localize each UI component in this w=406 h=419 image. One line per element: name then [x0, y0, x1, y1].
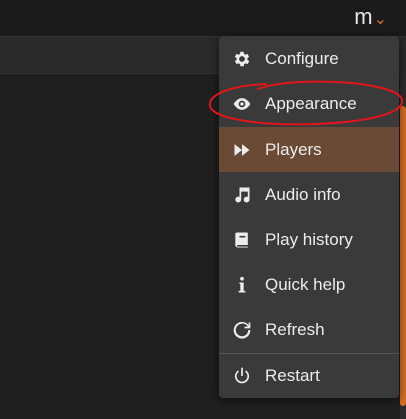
- menu-item-players[interactable]: Players: [219, 127, 399, 172]
- eye-icon: [219, 94, 265, 114]
- top-bar: m ⌄: [0, 0, 406, 36]
- logo-text: m: [354, 4, 372, 29]
- dropdown-menu: Configure Appearance Players Audio info …: [219, 36, 399, 398]
- power-icon: [219, 366, 265, 386]
- menu-item-play-history[interactable]: Play history: [219, 217, 399, 262]
- menu-item-restart[interactable]: Restart: [219, 353, 399, 398]
- menu-item-label: Restart: [265, 365, 320, 385]
- menu-item-label: Quick help: [265, 274, 346, 294]
- music-note-icon: [219, 185, 265, 205]
- chevron-down-icon: ⌄: [373, 11, 387, 28]
- menu-item-label: Players: [265, 139, 322, 159]
- menu-item-label: Appearance: [265, 93, 357, 113]
- gear-icon: [219, 49, 265, 69]
- menu-item-label: Refresh: [265, 319, 325, 339]
- info-icon: [219, 275, 265, 295]
- menu-item-quick-help[interactable]: Quick help: [219, 262, 399, 307]
- menu-item-configure[interactable]: Configure: [219, 36, 399, 81]
- menu-item-label: Play history: [265, 229, 353, 249]
- scrollbar-thumb[interactable]: [400, 106, 406, 406]
- menu-item-refresh[interactable]: Refresh: [219, 307, 399, 352]
- fast-forward-icon: [219, 140, 265, 160]
- menu-item-label: Audio info: [265, 184, 341, 204]
- book-icon: [219, 230, 265, 250]
- app-menu-button[interactable]: m ⌄: [354, 4, 387, 30]
- refresh-icon: [219, 320, 265, 340]
- menu-item-audio-info[interactable]: Audio info: [219, 172, 399, 217]
- menu-item-appearance[interactable]: Appearance: [219, 81, 399, 126]
- menu-item-label: Configure: [265, 48, 339, 68]
